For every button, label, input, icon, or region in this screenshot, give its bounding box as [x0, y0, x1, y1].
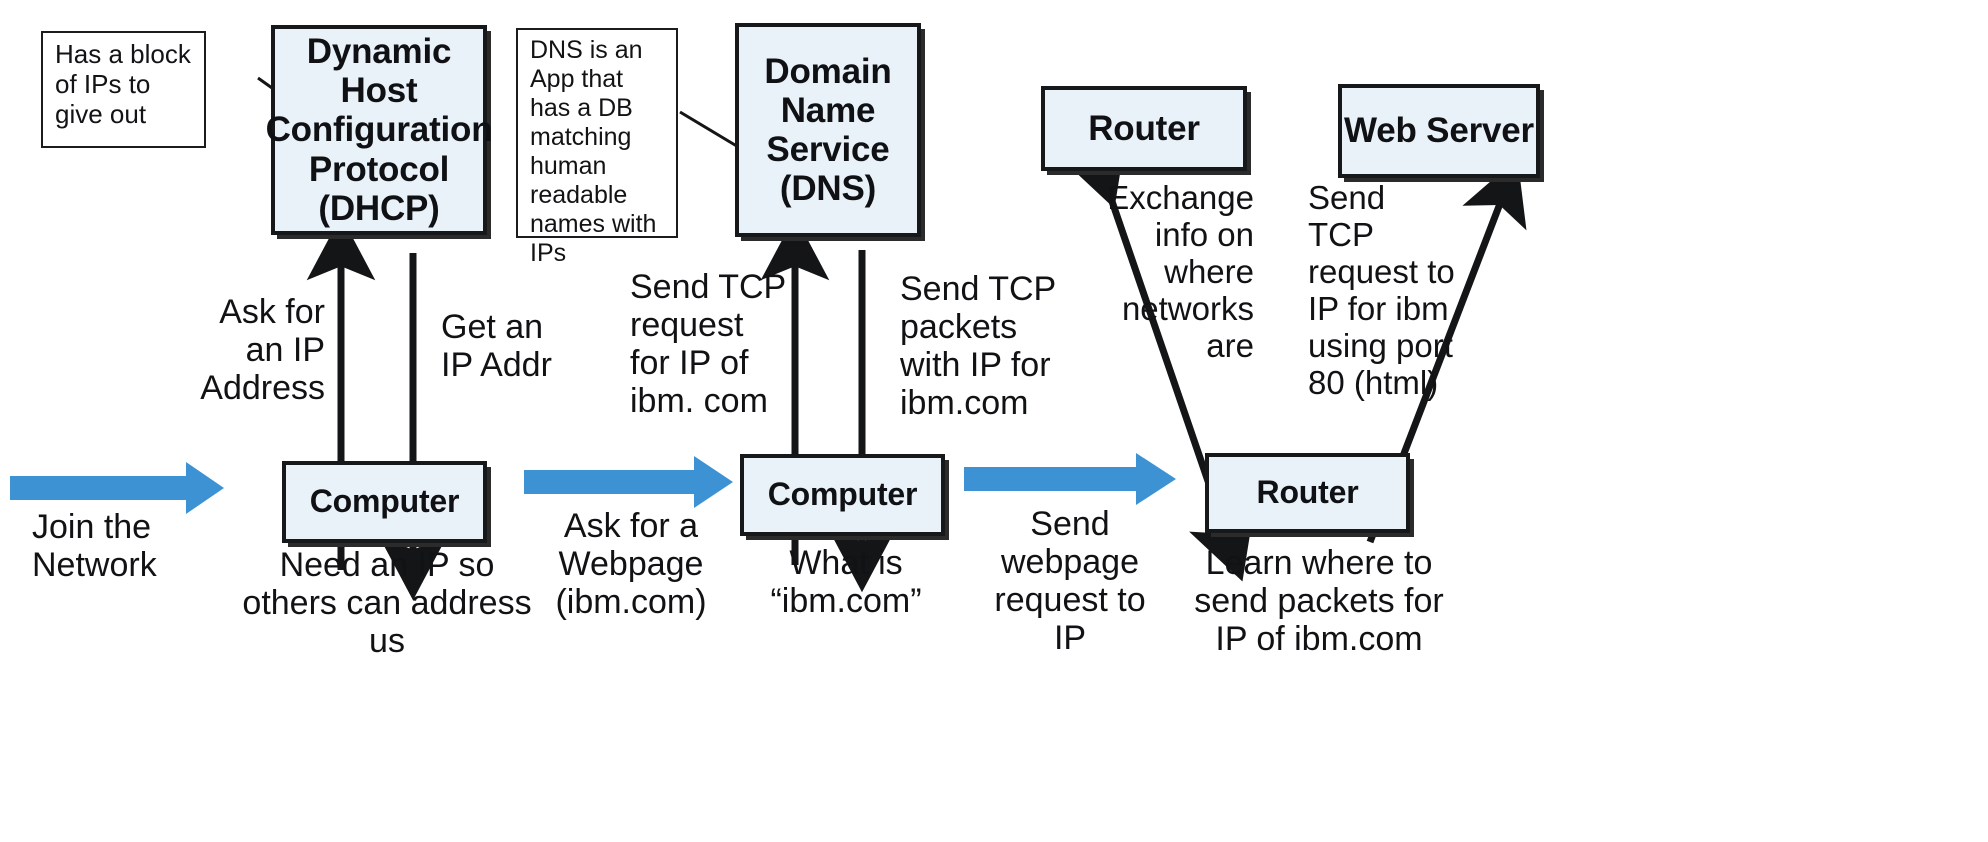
node-web-server[interactable]: Web Server [1338, 84, 1540, 178]
note-dhcp-text: Has a block of IPs to give out [55, 39, 191, 130]
node-router-top-label: Router [1088, 108, 1200, 148]
node-dhcp-label: Dynamic Host Configuration Protocol (DHC… [265, 32, 493, 228]
label-ask-for-ip: Ask for an IP Address [200, 293, 325, 408]
flow-arrow-ask-webpage [524, 456, 733, 508]
flow-arrow-join-network [10, 462, 224, 514]
flow-arrow-send-webpage-request [964, 453, 1176, 505]
caption-computer-2: What is “ibm.com” [770, 544, 922, 621]
label-ask-webpage: Ask for a Webpage (ibm.com) [555, 507, 707, 622]
note-dhcp: Has a block of IPs to give out [41, 31, 206, 148]
node-computer-2-label: Computer [767, 476, 918, 513]
dns-note-connector [679, 110, 741, 150]
node-web-server-label: Web Server [1344, 111, 1534, 151]
label-send-tcp-packets: Send TCP packets with IP for ibm.com [900, 270, 1057, 423]
node-computer-1-label: Computer [309, 483, 460, 520]
node-router-bottom-label: Router [1256, 474, 1359, 511]
node-router-top[interactable]: Router [1041, 86, 1247, 171]
node-dhcp[interactable]: Dynamic Host Configuration Protocol (DHC… [266, 25, 493, 235]
label-exchange-info: Exchange info on where networks are [1107, 179, 1254, 364]
node-dns-label: Domain Name Service (DNS) [764, 51, 892, 209]
note-dns: DNS is an App that has a DB matching hum… [516, 28, 678, 267]
caption-computer-1: Need an IP so others can address us [242, 546, 532, 661]
network-flow-diagram: Dynamic Host Configuration Protocol (DHC… [0, 0, 1988, 842]
node-dns[interactable]: Domain Name Service (DNS) [735, 23, 921, 237]
label-send-webpage-request: Send webpage request to IP [994, 505, 1146, 658]
caption-router-bottom: Learn where to send packets for IP of ib… [1194, 544, 1444, 659]
node-computer-1[interactable]: Computer [282, 461, 487, 543]
label-get-ip-addr: Get an IP Addr [441, 308, 552, 385]
label-send-tcp-request: Send TCP request for IP of ibm. com [630, 268, 787, 421]
node-router-bottom[interactable]: Router [1205, 453, 1410, 533]
label-send-tcp-port-80: Send TCP request to IP for ibm using por… [1308, 179, 1455, 401]
node-computer-2[interactable]: Computer [740, 454, 945, 536]
note-dns-text: DNS is an App that has a DB matching hum… [530, 36, 657, 267]
